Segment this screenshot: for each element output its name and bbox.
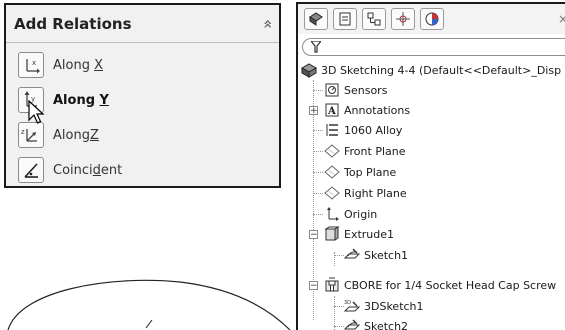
mouse-pointer-icon bbox=[28, 100, 45, 124]
collapse-icon[interactable]: « bbox=[259, 19, 278, 29]
collapse-icon[interactable]: − bbox=[309, 230, 318, 240]
configuration-manager-tab-icon[interactable] bbox=[362, 8, 386, 30]
property-manager-tab-icon[interactable] bbox=[333, 8, 357, 30]
tree-item-label: Front Plane bbox=[344, 144, 406, 158]
tree-connector bbox=[313, 172, 323, 173]
tree-item-sensors[interactable]: Sensors bbox=[324, 80, 387, 100]
origin-icon bbox=[324, 206, 340, 222]
add-relations-title: Add Relations bbox=[14, 14, 132, 33]
plane-icon bbox=[324, 185, 340, 201]
tree-connector bbox=[313, 130, 323, 131]
tree-item-label: 1060 Alloy bbox=[344, 123, 403, 137]
sketch-ellipse bbox=[7, 279, 291, 330]
tree-connector bbox=[313, 151, 323, 152]
tree-item-front-plane[interactable]: Front Plane bbox=[324, 141, 406, 161]
material-icon bbox=[324, 122, 340, 138]
tree-item-label: Sketch2 bbox=[364, 319, 409, 330]
expand-icon[interactable]: + bbox=[309, 106, 318, 116]
extrude-icon bbox=[324, 226, 340, 242]
relation-coincident[interactable]: Coincident bbox=[18, 157, 122, 183]
tree-item-sketch2[interactable]: Sketch2 bbox=[344, 316, 408, 330]
3d-sketch-icon: 3D bbox=[344, 298, 360, 314]
tree-root-label: 3D Sketching 4-4 (Default<<Default>_Disp bbox=[321, 63, 562, 77]
tree-item-label: Right Plane bbox=[344, 186, 407, 200]
relation-label: AlongZ bbox=[53, 127, 99, 143]
feature-manager-toolbar: × bbox=[298, 4, 565, 34]
tree-item-material[interactable]: 1060 Alloy bbox=[324, 120, 402, 140]
add-relations-header[interactable]: Add Relations « bbox=[6, 5, 279, 43]
along-x-icon[interactable]: x bbox=[18, 52, 44, 78]
plane-icon bbox=[324, 143, 340, 159]
sketch-icon bbox=[344, 318, 360, 330]
tree-item-label: Extrude1 bbox=[344, 227, 395, 241]
filter-input[interactable] bbox=[302, 38, 565, 56]
tree-item-origin[interactable]: Origin bbox=[324, 204, 377, 224]
tree-item-cbore-hole[interactable]: CBORE for 1/4 Socket Head Cap Screw bbox=[324, 275, 556, 295]
tree-item-annotations[interactable]: A Annotations bbox=[324, 100, 410, 120]
relation-along-x[interactable]: x Along X bbox=[18, 52, 103, 78]
tree-connector bbox=[334, 326, 344, 327]
svg-text:A: A bbox=[327, 106, 336, 117]
tree-item-label: Origin bbox=[344, 207, 378, 221]
feature-manager-panel: × 3D Sketching 4-4 (Default<<Default>_Di… bbox=[296, 2, 565, 330]
relation-label: Along X bbox=[53, 57, 103, 73]
relation-label: Coincident bbox=[53, 162, 123, 178]
tree-connector bbox=[313, 214, 323, 215]
tree-connector bbox=[334, 255, 344, 256]
hole-wizard-icon bbox=[324, 277, 340, 293]
tree-item-label: Sensors bbox=[344, 83, 388, 97]
close-icon[interactable]: × bbox=[558, 12, 565, 26]
filter-icon bbox=[311, 41, 321, 53]
tree-item-extrude1[interactable]: Extrude1 bbox=[324, 224, 394, 244]
tree-item-3dsketch1[interactable]: 3D 3DSketch1 bbox=[344, 296, 424, 316]
tree-item-label: CBORE for 1/4 Socket Head Cap Screw bbox=[344, 278, 557, 292]
tree-item-right-plane[interactable]: Right Plane bbox=[324, 183, 407, 203]
tree-item-label: 3DSketch1 bbox=[364, 299, 424, 313]
add-relations-panel: Add Relations « x Along X y Along Y z Al… bbox=[4, 3, 281, 188]
tree-item-top-plane[interactable]: Top Plane bbox=[324, 162, 396, 182]
tree-item-label: Sketch1 bbox=[364, 248, 409, 262]
feature-tree-tab-icon[interactable] bbox=[304, 8, 328, 30]
tree-item-sketch1[interactable]: Sketch1 bbox=[344, 245, 408, 265]
tree-connector bbox=[313, 193, 323, 194]
part-icon bbox=[301, 62, 317, 78]
sensor-icon bbox=[324, 82, 340, 98]
relation-label: Along Y bbox=[53, 92, 109, 108]
svg-text:x: x bbox=[32, 59, 36, 67]
coincident-icon[interactable] bbox=[18, 157, 44, 183]
tree-item-label: Annotations bbox=[344, 103, 411, 117]
tree-item-label: Top Plane bbox=[344, 165, 397, 179]
annotations-icon: A bbox=[324, 102, 340, 118]
tree-root[interactable]: 3D Sketching 4-4 (Default<<Default>_Disp bbox=[301, 60, 561, 80]
tree-connector bbox=[334, 296, 335, 330]
collapse-icon[interactable]: − bbox=[309, 281, 318, 291]
sketch-icon bbox=[344, 247, 360, 263]
dimxpert-tab-icon[interactable] bbox=[391, 8, 415, 30]
plane-icon bbox=[324, 164, 340, 180]
display-manager-tab-icon[interactable] bbox=[420, 8, 444, 30]
svg-text:3D: 3D bbox=[344, 300, 351, 306]
tree-connector bbox=[313, 90, 323, 91]
svg-text:z: z bbox=[21, 128, 25, 136]
tree-connector bbox=[334, 306, 344, 307]
